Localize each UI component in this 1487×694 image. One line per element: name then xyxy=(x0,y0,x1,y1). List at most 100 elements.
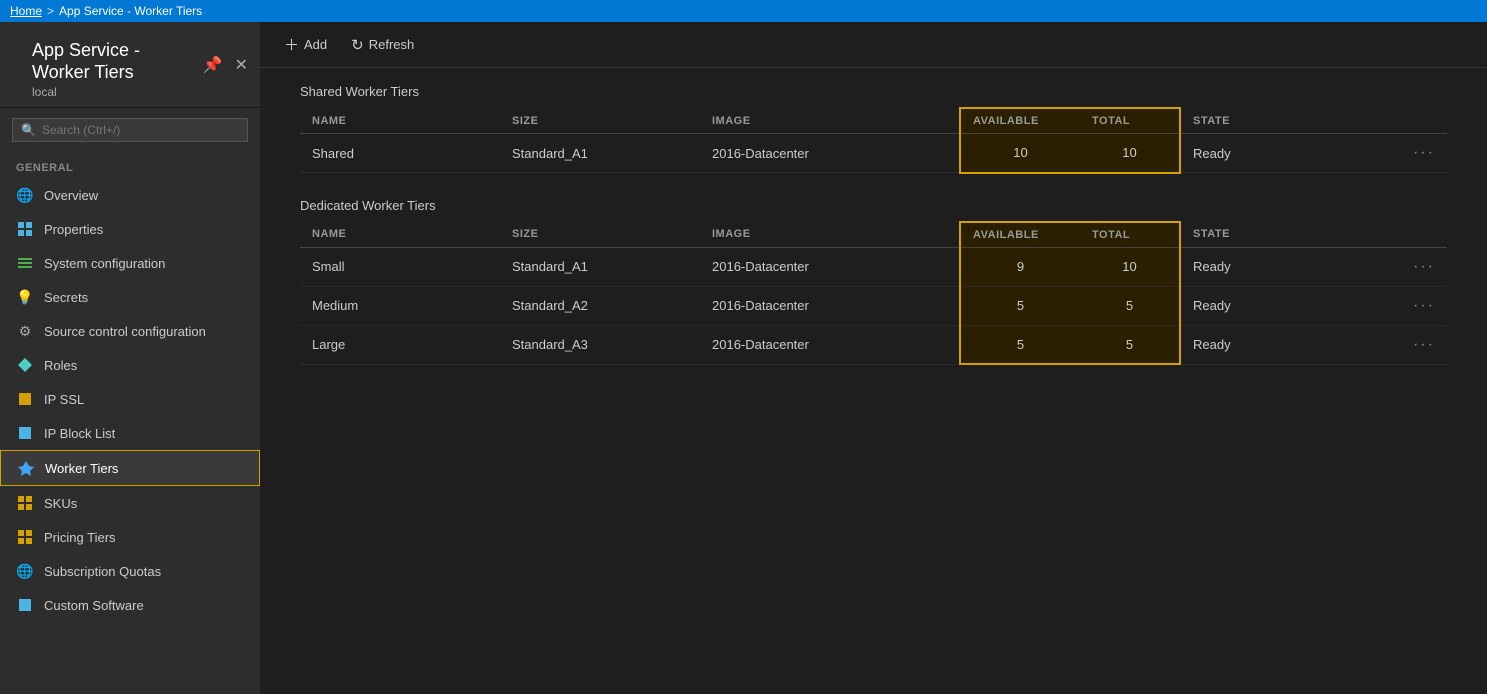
dedicated-col-total: TOTAL xyxy=(1080,222,1180,248)
pricing-tiers-icon xyxy=(16,528,34,546)
sidebar-header-row: App Service - Worker Tiers local 📌 ✕ xyxy=(0,22,260,108)
sidebar-item-overview[interactable]: 🌐 Overview xyxy=(0,178,260,212)
shared-col-state: STATE xyxy=(1180,108,1380,134)
sidebar-item-label-roles: Roles xyxy=(44,358,77,373)
dedicated-large-image: 2016-Datacenter xyxy=(700,325,960,364)
shared-row-more-icon[interactable]: ··· xyxy=(1413,144,1435,161)
dedicated-small-more-icon[interactable]: ··· xyxy=(1413,258,1435,275)
dedicated-small-size: Standard_A1 xyxy=(500,247,700,286)
dedicated-medium-actions[interactable]: ··· xyxy=(1380,286,1447,325)
dedicated-small-name: Small xyxy=(300,247,500,286)
dedicated-col-size: SIZE xyxy=(500,222,700,248)
sidebar: App Service - Worker Tiers local 📌 ✕ 🔍 G… xyxy=(0,22,260,694)
content-area: ＋ Add ↻ Refresh Shared Worker Tiers NAME… xyxy=(260,22,1487,694)
dedicated-medium-state: Ready xyxy=(1180,286,1380,325)
dedicated-medium-more-icon[interactable]: ··· xyxy=(1413,297,1435,314)
dedicated-medium-name: Medium xyxy=(300,286,500,325)
sidebar-item-properties[interactable]: Properties xyxy=(0,212,260,246)
breadcrumb-home[interactable]: Home xyxy=(10,4,42,18)
close-icon[interactable]: ✕ xyxy=(235,55,248,75)
sidebar-item-label-pricing-tiers: Pricing Tiers xyxy=(44,530,116,545)
tables-wrapper: Shared Worker Tiers NAME SIZE IMAGE AVAI… xyxy=(260,68,1487,373)
dedicated-row-large: Large Standard_A3 2016-Datacenter 5 5 Re… xyxy=(300,325,1447,364)
sidebar-item-custom-software[interactable]: Custom Software xyxy=(0,588,260,622)
sidebar-section-general: GENERAL xyxy=(0,152,260,178)
breadcrumb-current: App Service - Worker Tiers xyxy=(59,4,202,18)
ip-ssl-icon xyxy=(16,390,34,408)
add-button[interactable]: ＋ Add xyxy=(280,32,331,57)
sidebar-item-source-control[interactable]: ⚙ Source control configuration xyxy=(0,314,260,348)
shared-row-name: Shared xyxy=(300,134,500,173)
toolbar: ＋ Add ↻ Refresh xyxy=(260,22,1487,68)
sidebar-item-label-worker-tiers: Worker Tiers xyxy=(45,461,118,476)
sidebar-item-label-source-control: Source control configuration xyxy=(44,324,206,339)
pin-icon[interactable]: 📌 xyxy=(203,55,223,75)
dedicated-small-available: 9 xyxy=(960,247,1080,286)
dedicated-medium-image: 2016-Datacenter xyxy=(700,286,960,325)
dedicated-col-state: STATE xyxy=(1180,222,1380,248)
add-icon: ＋ xyxy=(284,34,299,55)
dedicated-large-actions[interactable]: ··· xyxy=(1380,325,1447,364)
overview-icon: 🌐 xyxy=(16,186,34,204)
sidebar-item-ip-block[interactable]: IP Block List xyxy=(0,416,260,450)
shared-row-state: Ready xyxy=(1180,134,1380,173)
sidebar-item-roles[interactable]: Roles xyxy=(0,348,260,382)
shared-col-available: AVAILABLE xyxy=(960,108,1080,134)
dedicated-row-medium: Medium Standard_A2 2016-Datacenter 5 5 R… xyxy=(300,286,1447,325)
sidebar-item-label-properties: Properties xyxy=(44,222,103,237)
ip-block-icon xyxy=(16,424,34,442)
search-icon: 🔍 xyxy=(21,123,36,137)
shared-col-image: IMAGE xyxy=(700,108,960,134)
window-controls: 📌 ✕ xyxy=(203,55,248,75)
shared-row-image: 2016-Datacenter xyxy=(700,134,960,173)
subscription-quotas-icon: 🌐 xyxy=(16,562,34,580)
dedicated-large-more-icon[interactable]: ··· xyxy=(1413,336,1435,353)
worker-tiers-icon xyxy=(17,459,35,477)
dedicated-large-available: 5 xyxy=(960,325,1080,364)
dedicated-large-total: 5 xyxy=(1080,325,1180,364)
search-input[interactable] xyxy=(42,123,239,137)
custom-software-icon xyxy=(16,596,34,614)
shared-col-total: TOTAL xyxy=(1080,108,1180,134)
dedicated-col-actions xyxy=(1380,222,1447,248)
dedicated-large-name: Large xyxy=(300,325,500,364)
sidebar-item-pricing-tiers[interactable]: Pricing Tiers xyxy=(0,520,260,554)
sidebar-item-label-skus: SKUs xyxy=(44,496,77,511)
dedicated-small-actions[interactable]: ··· xyxy=(1380,247,1447,286)
dedicated-medium-size: Standard_A2 xyxy=(500,286,700,325)
sidebar-item-label-system-config: System configuration xyxy=(44,256,165,271)
refresh-icon: ↻ xyxy=(351,36,364,54)
sidebar-item-secrets[interactable]: 💡 Secrets xyxy=(0,280,260,314)
dedicated-small-image: 2016-Datacenter xyxy=(700,247,960,286)
sidebar-item-label-custom-software: Custom Software xyxy=(44,598,144,613)
sidebar-item-ip-ssl[interactable]: IP SSL xyxy=(0,382,260,416)
breadcrumb-separator: > xyxy=(47,4,54,18)
shared-col-name: NAME xyxy=(300,108,500,134)
shared-worker-tiers-table: NAME SIZE IMAGE AVAILABLE TOTAL STATE Sh… xyxy=(300,107,1447,174)
shared-row-available: 10 xyxy=(960,134,1080,173)
search-box[interactable]: 🔍 xyxy=(12,118,248,142)
source-control-icon: ⚙ xyxy=(16,322,34,340)
sidebar-item-label-secrets: Secrets xyxy=(44,290,88,305)
system-config-icon xyxy=(16,254,34,272)
dedicated-col-image: IMAGE xyxy=(700,222,960,248)
refresh-label: Refresh xyxy=(369,37,415,52)
dedicated-medium-available: 5 xyxy=(960,286,1080,325)
dedicated-large-state: Ready xyxy=(1180,325,1380,364)
refresh-button[interactable]: ↻ Refresh xyxy=(347,34,418,56)
skus-icon xyxy=(16,494,34,512)
sidebar-item-label-subscription-quotas: Subscription Quotas xyxy=(44,564,161,579)
sidebar-item-label-ip-ssl: IP SSL xyxy=(44,392,84,407)
secrets-icon: 💡 xyxy=(16,288,34,306)
roles-icon xyxy=(16,356,34,374)
shared-row-actions[interactable]: ··· xyxy=(1380,134,1447,173)
shared-row-size: Standard_A1 xyxy=(500,134,700,173)
sidebar-header: App Service - Worker Tiers local xyxy=(16,26,203,103)
sidebar-item-worker-tiers[interactable]: Worker Tiers xyxy=(0,450,260,486)
sidebar-item-subscription-quotas[interactable]: 🌐 Subscription Quotas xyxy=(0,554,260,588)
top-bar: Home > App Service - Worker Tiers xyxy=(0,0,1487,22)
sidebar-item-skus[interactable]: SKUs xyxy=(0,486,260,520)
sidebar-item-label-overview: Overview xyxy=(44,188,98,203)
dedicated-medium-total: 5 xyxy=(1080,286,1180,325)
sidebar-item-system-configuration[interactable]: System configuration xyxy=(0,246,260,280)
